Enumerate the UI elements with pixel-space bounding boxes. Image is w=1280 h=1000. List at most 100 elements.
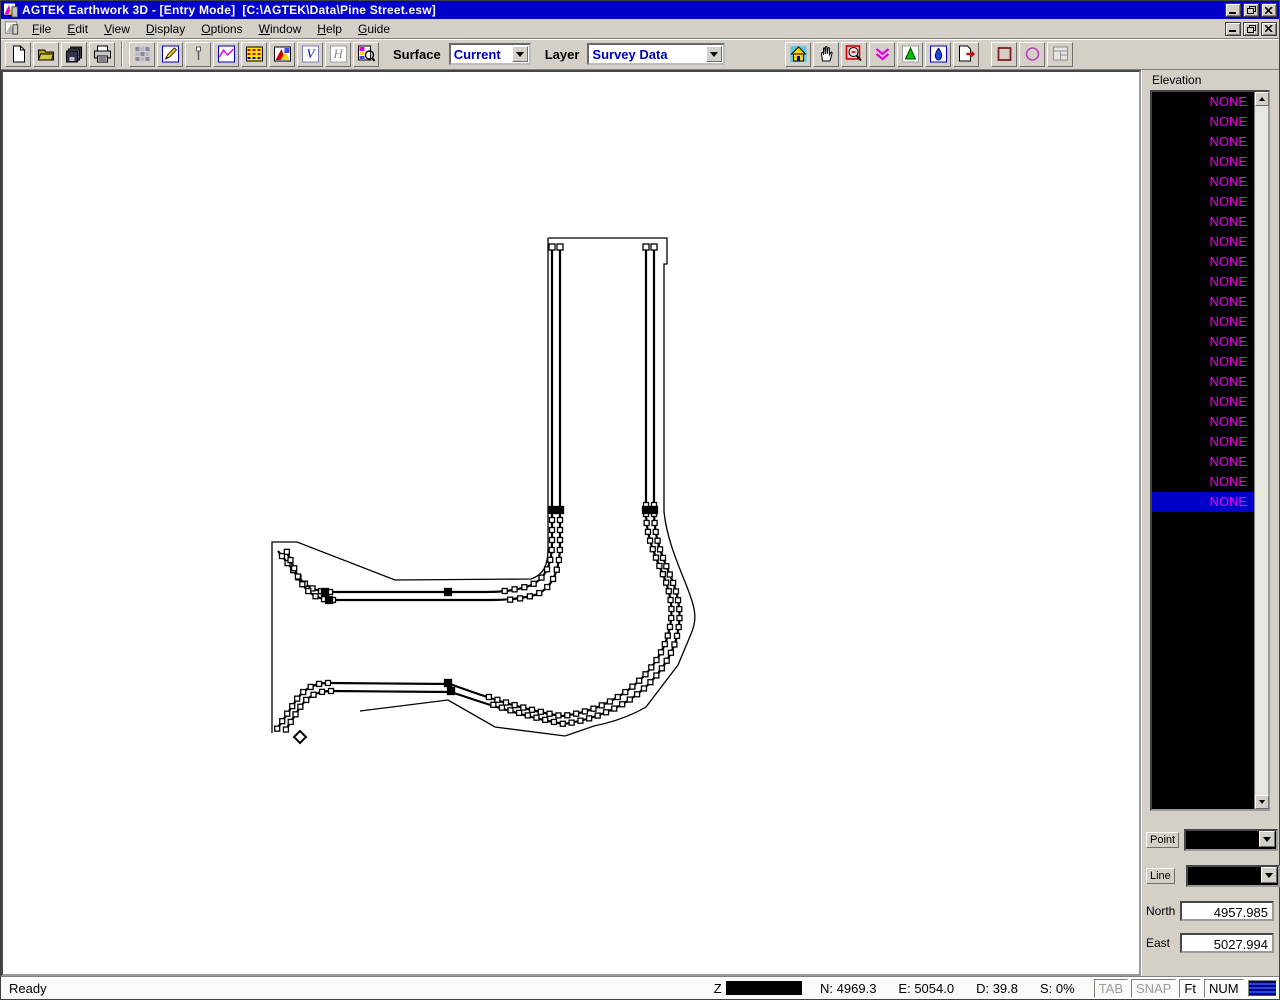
units-indicator[interactable]: Ft bbox=[1179, 979, 1201, 998]
letter-h-icon: H bbox=[329, 45, 348, 63]
elevation-item[interactable]: NONE bbox=[1152, 472, 1254, 492]
elevation-item[interactable]: NONE bbox=[1152, 312, 1254, 332]
elevation-item[interactable]: NONE bbox=[1152, 132, 1254, 152]
elevation-item[interactable]: NONE bbox=[1152, 372, 1254, 392]
elevation-item[interactable]: NONE bbox=[1152, 252, 1254, 272]
line-value bbox=[1188, 867, 1261, 885]
status-north: N: 4969.3 bbox=[820, 981, 876, 996]
elevation-item[interactable]: NONE bbox=[1152, 112, 1254, 132]
zoom-previous-button[interactable] bbox=[869, 42, 895, 67]
elevation-item[interactable]: NONE bbox=[1152, 292, 1254, 312]
volume-button[interactable]: V bbox=[297, 42, 323, 67]
minimize-button[interactable] bbox=[1225, 3, 1241, 17]
toolbar: V H Surface Current Layer Survey Data bbox=[1, 39, 1279, 70]
num-lock-indicator[interactable]: NUM bbox=[1204, 979, 1244, 998]
letter-v-icon: V bbox=[301, 45, 320, 63]
elevation-item[interactable]: NONE bbox=[1152, 452, 1254, 472]
north-input[interactable]: 4957.985 bbox=[1180, 901, 1274, 921]
snap-indicator[interactable]: SNAP bbox=[1131, 979, 1176, 998]
menu-items: FileEditViewDisplayOptionsWindowHelpGuid… bbox=[24, 20, 1225, 38]
point-button[interactable]: Point bbox=[1146, 832, 1179, 848]
home-view-button[interactable] bbox=[785, 42, 811, 67]
chevron-down-icon[interactable] bbox=[706, 46, 722, 62]
document-icon bbox=[4, 21, 20, 36]
window-layout-button[interactable] bbox=[1047, 42, 1073, 67]
menu-edit[interactable]: Edit bbox=[59, 20, 96, 38]
open-file-button[interactable] bbox=[33, 42, 59, 67]
elevation-item[interactable]: NONE bbox=[1152, 92, 1254, 112]
water-drop-icon bbox=[929, 45, 948, 63]
chevron-down-icon[interactable] bbox=[1261, 867, 1277, 883]
elevation-item[interactable]: NONE bbox=[1152, 352, 1254, 372]
circle-tool-button[interactable] bbox=[1019, 42, 1045, 67]
pan-button[interactable] bbox=[813, 42, 839, 67]
save-button[interactable] bbox=[61, 42, 87, 67]
menu-guide[interactable]: Guide bbox=[350, 20, 398, 38]
point-combobox[interactable] bbox=[1184, 829, 1278, 851]
menu-help[interactable]: Help bbox=[309, 20, 350, 38]
magnifier-icon bbox=[845, 45, 864, 63]
mdi-close-button[interactable] bbox=[1261, 22, 1277, 36]
elevation-scrollbar[interactable] bbox=[1254, 92, 1268, 809]
zoom-window-button[interactable] bbox=[841, 42, 867, 67]
scroll-up-icon[interactable] bbox=[1255, 92, 1269, 106]
model-3d-button[interactable] bbox=[269, 42, 295, 67]
new-file-button[interactable] bbox=[5, 42, 31, 67]
page-transfer-button[interactable] bbox=[953, 42, 979, 67]
strata-button[interactable] bbox=[241, 42, 267, 67]
elevation-item[interactable]: NONE bbox=[1152, 392, 1254, 412]
menu-options[interactable]: Options bbox=[193, 20, 250, 38]
status-east: E: 5054.0 bbox=[898, 981, 954, 996]
elevation-item[interactable]: NONE bbox=[1152, 432, 1254, 452]
elevation-item[interactable]: NONE bbox=[1152, 192, 1254, 212]
height-button[interactable]: H bbox=[325, 42, 351, 67]
menu-display[interactable]: Display bbox=[138, 20, 193, 38]
elevation-item[interactable]: NONE bbox=[1152, 412, 1254, 432]
title-bar[interactable]: AGTEK Earthwork 3D - [Entry Mode] [C:\AG… bbox=[1, 1, 1279, 19]
surface-combobox[interactable]: Current bbox=[449, 43, 531, 65]
plan-grid-button[interactable] bbox=[129, 42, 155, 67]
view-3d-button[interactable] bbox=[897, 42, 923, 67]
drainage-button[interactable] bbox=[925, 42, 951, 67]
restore-button[interactable] bbox=[1243, 3, 1259, 17]
svg-text:H: H bbox=[332, 46, 343, 61]
toolbar-separator bbox=[121, 41, 123, 67]
elevation-list[interactable]: NONENONENONENONENONENONENONENONENONENONE… bbox=[1152, 92, 1254, 809]
mdi-restore-button[interactable] bbox=[1243, 22, 1259, 36]
tab-indicator[interactable]: TAB bbox=[1094, 979, 1128, 998]
window-panes-icon bbox=[1051, 45, 1070, 63]
line-combobox[interactable] bbox=[1186, 865, 1280, 887]
menu-file[interactable]: File bbox=[24, 20, 59, 38]
elevation-item[interactable]: NONE bbox=[1152, 172, 1254, 192]
point-entry-button[interactable] bbox=[185, 42, 211, 67]
elevation-item[interactable]: NONE bbox=[1152, 492, 1254, 512]
mdi-minimize-button[interactable] bbox=[1225, 22, 1241, 36]
elevation-item[interactable]: NONE bbox=[1152, 212, 1254, 232]
print-button[interactable] bbox=[89, 42, 115, 67]
layer-label: Layer bbox=[545, 47, 580, 62]
scroll-down-icon[interactable] bbox=[1255, 795, 1269, 809]
app-logo-icon bbox=[3, 3, 19, 18]
chevron-down-icon[interactable] bbox=[512, 46, 528, 62]
view-settings-button[interactable] bbox=[353, 42, 379, 67]
rectangle-tool-button[interactable] bbox=[991, 42, 1017, 67]
agtek-logo-indicator bbox=[1248, 980, 1277, 997]
chevron-down-icon[interactable] bbox=[1259, 831, 1275, 847]
line-button[interactable]: Line bbox=[1146, 868, 1175, 884]
elevation-item[interactable]: NONE bbox=[1152, 232, 1254, 252]
status-bar: Ready Z N: 4969.3 E: 5054.0 D: 39.8 S: 0… bbox=[1, 976, 1279, 999]
profile-view-button[interactable] bbox=[213, 42, 239, 67]
elevation-item[interactable]: NONE bbox=[1152, 332, 1254, 352]
menu-window[interactable]: Window bbox=[251, 20, 310, 38]
elevation-item[interactable]: NONE bbox=[1152, 152, 1254, 172]
z-elevation-swatch bbox=[726, 981, 802, 995]
drawing-canvas[interactable] bbox=[1, 70, 1141, 976]
elevation-item[interactable]: NONE bbox=[1152, 272, 1254, 292]
home-icon bbox=[789, 45, 808, 63]
edit-mode-button[interactable] bbox=[157, 42, 183, 67]
menu-view[interactable]: View bbox=[96, 20, 138, 38]
close-button[interactable] bbox=[1261, 3, 1277, 17]
east-input[interactable]: 5027.994 bbox=[1180, 933, 1274, 953]
page-arrow-icon bbox=[957, 45, 976, 63]
layer-combobox[interactable]: Survey Data bbox=[587, 43, 725, 65]
